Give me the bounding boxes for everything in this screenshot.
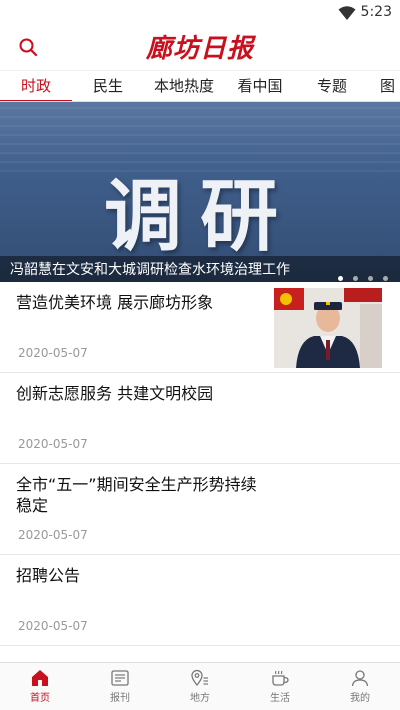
nav-home[interactable]: 首页 <box>0 663 80 710</box>
tab-shizheng[interactable]: 时政 <box>0 71 72 101</box>
nav-mine-label: 我的 <box>350 693 370 704</box>
nav-local-label: 地方 <box>190 693 210 704</box>
news-title: 全市“五一”期间安全生产形势持续稳定 <box>16 475 257 515</box>
news-thumbnail <box>274 288 382 368</box>
map-pin-icon <box>191 669 208 687</box>
tab-tu[interactable]: 图 <box>380 71 400 101</box>
news-date: 2020-05-07 <box>18 528 88 542</box>
coffee-cup-icon <box>272 670 289 686</box>
status-time: 5:23 <box>360 4 392 20</box>
banner-caption: 冯韶慧在文安和大城调研检查水环境治理工作 <box>10 262 290 278</box>
carousel-dot[interactable] <box>368 276 373 281</box>
nav-life-label: 生活 <box>270 693 290 704</box>
banner-carousel[interactable]: 调研 冯韶慧在文安和大城调研检查水环境治理工作 <box>0 102 400 282</box>
tab-zhuanti[interactable]: 专题 <box>296 71 368 101</box>
tab-bendi-redu[interactable]: 本地热度 <box>144 71 224 101</box>
nav-mine[interactable]: 我的 <box>320 663 400 710</box>
tab-minsheng[interactable]: 民生 <box>72 71 144 101</box>
bottom-nav: 首页 报刊 地方 生活 我的 <box>0 662 400 710</box>
news-item[interactable]: 招聘公告 2020-05-07 <box>0 555 400 646</box>
tab-kan-zhongguo[interactable]: 看中国 <box>224 71 296 101</box>
category-tabs: 时政 民生 本地热度 看中国 专题 图 <box>0 70 400 102</box>
status-bar: 5:23 <box>0 0 400 26</box>
nav-newspaper-label: 报刊 <box>110 693 130 704</box>
app-header: 廊坊日报 <box>0 26 400 70</box>
banner-image-text: 调研 <box>103 171 296 262</box>
news-item[interactable]: 全市“五一”期间安全生产形势持续稳定 2020-05-07 <box>0 464 400 555</box>
wifi-icon <box>338 6 356 20</box>
news-item[interactable]: 营造优美环境 展示廊坊形象 2020-05-07 <box>0 282 400 373</box>
person-photo <box>274 288 382 368</box>
news-date: 2020-05-07 <box>18 346 88 360</box>
news-title: 创新志愿服务 共建文明校园 <box>16 384 214 403</box>
app-logo: 廊坊日报 <box>145 34 254 64</box>
carousel-dot[interactable] <box>353 276 358 281</box>
carousel-dot[interactable] <box>383 276 388 281</box>
news-item[interactable]: 创新志愿服务 共建文明校园 2020-05-07 <box>0 373 400 464</box>
nav-life[interactable]: 生活 <box>240 663 320 710</box>
news-date: 2020-05-07 <box>18 619 88 633</box>
user-icon <box>351 670 369 687</box>
nav-home-label: 首页 <box>30 693 50 704</box>
banner-caption-bar: 冯韶慧在文安和大城调研检查水环境治理工作 <box>0 256 400 282</box>
home-icon <box>32 670 48 686</box>
news-title: 招聘公告 <box>16 566 81 585</box>
nav-newspaper[interactable]: 报刊 <box>80 663 160 710</box>
carousel-dot[interactable] <box>338 276 343 281</box>
carousel-indicator <box>328 266 388 282</box>
nav-local[interactable]: 地方 <box>160 663 240 710</box>
news-date: 2020-05-07 <box>18 437 88 451</box>
newspaper-icon <box>111 670 129 686</box>
news-title: 营造优美环境 展示廊坊形象 <box>16 293 214 312</box>
